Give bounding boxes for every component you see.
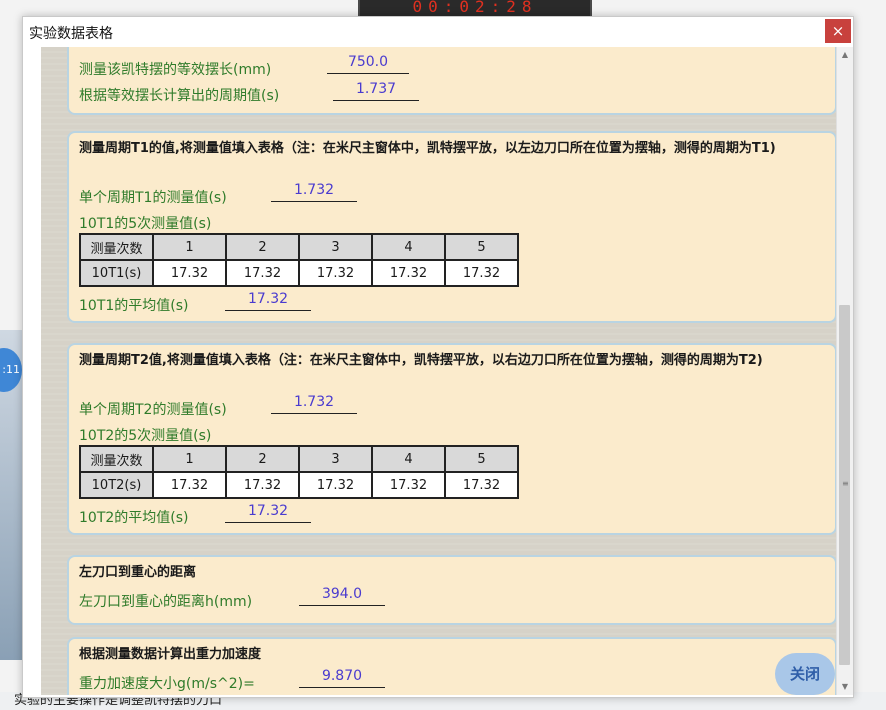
t2-single-label: 单个周期T2的测量值(s) <box>79 402 227 418</box>
t2-single-value[interactable]: 1.732 <box>271 393 357 414</box>
h-value[interactable]: 394.0 <box>299 585 385 606</box>
panel-equivalent-length: 测量该凯特摆的等效摆长(mm) 750.0 根据等效摆长计算出的周期值(s) 1… <box>67 47 837 115</box>
table-row: 10T2(s) 17.32 17.32 17.32 17.32 17.32 <box>79 471 519 499</box>
g-label: 重力加速度大小g(m/s^2)= <box>79 676 255 692</box>
t2-avg-value[interactable]: 17.32 <box>225 502 311 523</box>
t2-avg-label: 10T2的平均值(s) <box>79 510 189 526</box>
table-value-cell[interactable]: 17.32 <box>152 471 227 499</box>
table-header-cell: 2 <box>225 445 300 473</box>
table-value-cell[interactable]: 17.32 <box>444 259 519 287</box>
t2-heading: 测量周期T2值,将测量值填入表格（注：在米尺主窗体中，凯特摆平放，以右边刀口所在… <box>79 353 763 368</box>
h-heading: 左刀口到重心的距离 <box>79 565 197 580</box>
table-header-cell: 2 <box>225 233 300 261</box>
t1-single-value[interactable]: 1.732 <box>271 181 357 202</box>
table-header-cell: 1 <box>152 445 227 473</box>
data-table-dialog: 实验数据表格 × 测量该凯特摆的等效摆长(mm) 750.0 根据等效摆长计算出… <box>22 16 854 698</box>
table-value-cell[interactable]: 17.32 <box>298 259 373 287</box>
window-close-button[interactable]: × <box>825 19 851 43</box>
h-label: 左刀口到重心的距离h(mm) <box>79 594 253 610</box>
t1-avg-value[interactable]: 17.32 <box>225 290 311 311</box>
table-header-cell: 5 <box>444 445 519 473</box>
panel-knife-edge-distance: 左刀口到重心的距离 左刀口到重心的距离h(mm) 394.0 <box>67 555 837 625</box>
equiv-length-label: 测量该凯特摆的等效摆长(mm) <box>79 62 272 78</box>
calc-period-label: 根据等效摆长计算出的周期值(s) <box>79 88 280 104</box>
g-heading: 根据测量数据计算出重力加速度 <box>79 647 262 662</box>
t2-five-label: 10T2的5次测量值(s) <box>79 428 212 444</box>
table-header-cell: 4 <box>371 233 446 261</box>
table-value-cell[interactable]: 17.32 <box>371 259 446 287</box>
table-value-cell[interactable]: 17.32 <box>225 471 300 499</box>
table-value-cell[interactable]: 17.32 <box>152 259 227 287</box>
scrollbar-thumb[interactable]: ≡ <box>839 305 850 665</box>
table-header-cell: 测量次数 <box>79 233 154 261</box>
panel-period-t2: 测量周期T2值,将测量值填入表格（注：在米尺主窗体中，凯特摆平放，以右边刀口所在… <box>67 343 837 535</box>
table-header-cell: 测量次数 <box>79 445 154 473</box>
table-header-cell: 3 <box>298 233 373 261</box>
table-header-cell: 5 <box>444 233 519 261</box>
t1-heading: 测量周期T1的值,将测量值填入表格（注：在米尺主窗体中，凯特摆平放，以左边刀口所… <box>79 141 776 156</box>
close-button[interactable]: 关闭 <box>775 653 835 695</box>
table-value-cell[interactable]: 17.32 <box>371 471 446 499</box>
table-header-cell: 3 <box>298 445 373 473</box>
table-header-row: 测量次数 1 2 3 4 5 <box>79 233 519 261</box>
dialog-content: 测量该凯特摆的等效摆长(mm) 750.0 根据等效摆长计算出的周期值(s) 1… <box>41 47 837 695</box>
table-header-row: 测量次数 1 2 3 4 5 <box>79 445 519 473</box>
table-row-label: 10T1(s) <box>79 259 154 287</box>
table-value-cell[interactable]: 17.32 <box>298 471 373 499</box>
table-row: 10T1(s) 17.32 17.32 17.32 17.32 17.32 <box>79 259 519 287</box>
panel-period-t1: 测量周期T1的值,将测量值填入表格（注：在米尺主窗体中，凯特摆平放，以左边刀口所… <box>67 131 837 323</box>
g-value[interactable]: 9.870 <box>299 667 385 688</box>
table-value-cell[interactable]: 17.32 <box>444 471 519 499</box>
table-row-label: 10T2(s) <box>79 471 154 499</box>
t2-measurement-table: 测量次数 1 2 3 4 5 10T2(s) 17.32 17.32 17.32… <box>79 445 519 499</box>
t1-single-label: 单个周期T1的测量值(s) <box>79 190 227 206</box>
table-header-cell: 1 <box>152 233 227 261</box>
equiv-length-value[interactable]: 750.0 <box>327 53 409 74</box>
grip-icon: ≡ <box>842 479 849 488</box>
t1-five-label: 10T1的5次测量值(s) <box>79 216 212 232</box>
t1-measurement-table: 测量次数 1 2 3 4 5 10T1(s) 17.32 17.32 17.32… <box>79 233 519 287</box>
dialog-titlebar[interactable]: 实验数据表格 × <box>23 17 853 47</box>
scroll-up-arrow-icon[interactable]: ▲ <box>837 47 853 63</box>
calc-period-value[interactable]: 1.737 <box>333 80 419 101</box>
table-value-cell[interactable]: 17.32 <box>225 259 300 287</box>
scroll-down-arrow-icon[interactable]: ▼ <box>837 679 853 695</box>
panel-gravity: 根据测量数据计算出重力加速度 重力加速度大小g(m/s^2)= 9.870 <box>67 637 837 695</box>
t1-avg-label: 10T1的平均值(s) <box>79 298 189 314</box>
vertical-scrollbar[interactable]: ▲ ≡ ▼ <box>836 47 853 695</box>
table-header-cell: 4 <box>371 445 446 473</box>
dialog-title: 实验数据表格 <box>29 26 113 42</box>
close-icon: × <box>831 22 845 40</box>
